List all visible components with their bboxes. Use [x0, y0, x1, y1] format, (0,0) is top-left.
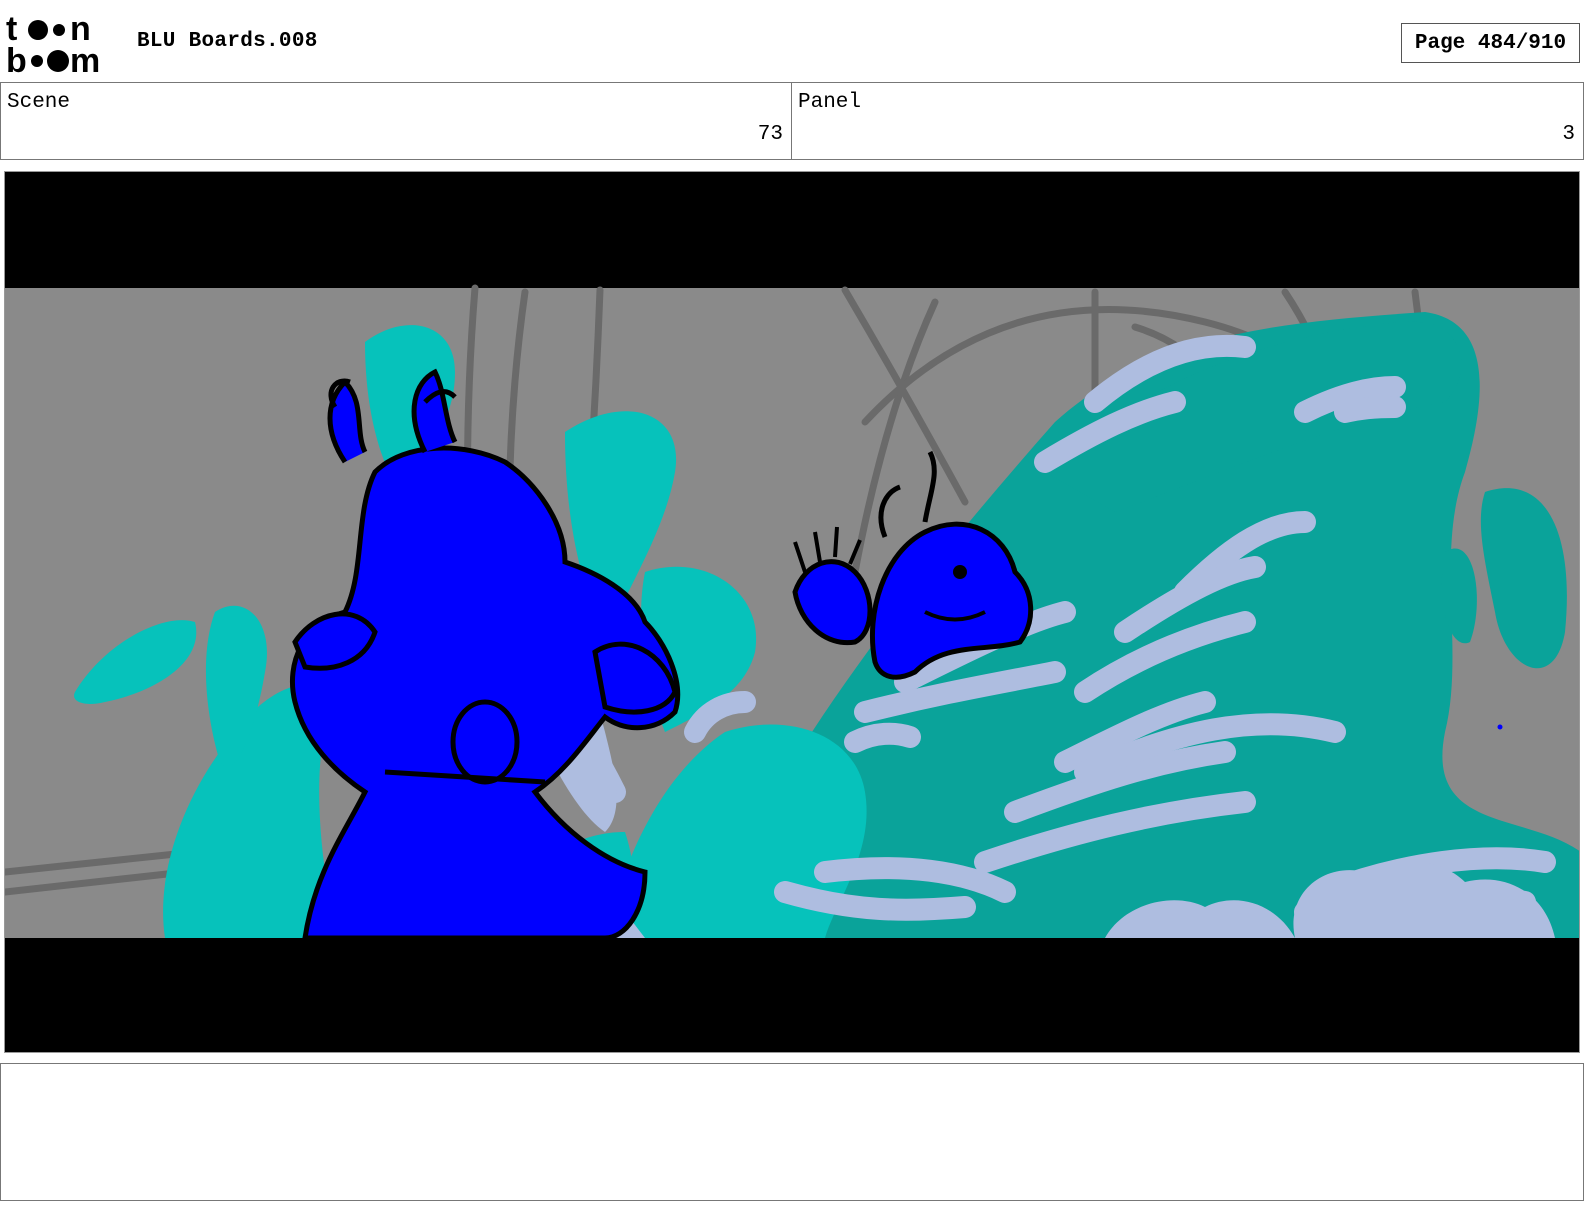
page-header: t n b m BLU Boards.008 Page 484/910: [0, 0, 1584, 82]
scene-number: 73: [757, 123, 783, 146]
panel-cell: Panel 3: [792, 83, 1584, 159]
storyboard-drawing: [5, 172, 1579, 1052]
document-title: BLU Boards.008: [137, 30, 318, 53]
letterbox-top: [5, 172, 1579, 288]
scene-cell: Scene 73: [0, 83, 792, 159]
stray-mark: [1497, 724, 1503, 730]
svg-text:m: m: [70, 42, 100, 76]
panel-number: 3: [1562, 123, 1575, 146]
scene-panel-row: Scene 73 Panel 3: [0, 82, 1584, 160]
toon-boom-logo: t n b m: [6, 10, 100, 76]
panel-label: Panel: [798, 91, 862, 114]
storyboard-frame: [4, 171, 1580, 1053]
notes-area[interactable]: [0, 1063, 1584, 1201]
page-indicator: Page 484/910: [1401, 23, 1580, 63]
letterbox-bottom: [5, 938, 1579, 1052]
svg-text:b: b: [6, 42, 27, 76]
scene-label: Scene: [7, 91, 71, 114]
